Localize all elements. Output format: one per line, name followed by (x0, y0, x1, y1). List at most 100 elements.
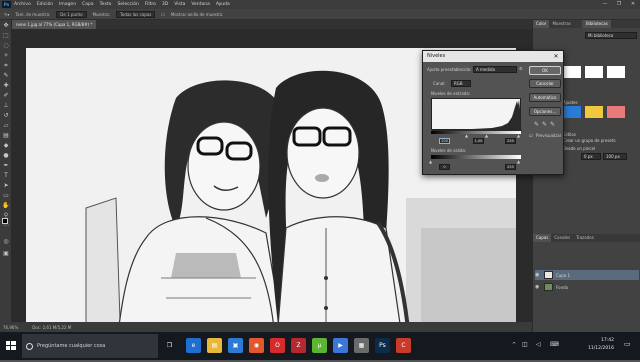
channel-select[interactable]: RGB (451, 80, 471, 87)
menu-3d[interactable]: 3D (162, 2, 168, 7)
opera-icon[interactable]: O (270, 338, 285, 353)
output-white-field[interactable]: 255 (505, 164, 516, 170)
input-black-field[interactable]: 100 (439, 138, 450, 144)
input-white-slider-icon[interactable]: ▲ (517, 133, 520, 138)
ccleaner-icon[interactable]: C (396, 338, 411, 353)
lasso-tool-icon[interactable]: ◌ (2, 42, 10, 50)
menu-archivo[interactable]: Archivo (14, 2, 31, 7)
tab-paths[interactable]: Trazados (573, 234, 597, 242)
menu-texto[interactable]: Texto (100, 2, 112, 7)
input-white-field[interactable]: 255 (505, 138, 516, 144)
swatch-blue[interactable] (563, 106, 581, 118)
eyedropper-tool-icon[interactable]: ✎▾ (4, 12, 9, 17)
screen-mode-icon[interactable]: ▣ (2, 250, 10, 258)
input-gamma-field[interactable]: 1,00 (473, 138, 484, 144)
spacing-field[interactable]: 0 px (581, 153, 601, 160)
marquee-tool-icon[interactable]: ⬚ (2, 32, 10, 40)
type-tool-icon[interactable]: T (2, 172, 10, 180)
preview-checkbox[interactable]: ☑ (529, 133, 533, 138)
menu-capa[interactable]: Capa (82, 2, 94, 7)
options-button[interactable]: Opciones... (529, 107, 561, 116)
chrome-icon[interactable]: ◉ (249, 338, 264, 353)
keyboard-icon[interactable]: ⌨ (550, 341, 559, 348)
crop-tool-icon[interactable]: ⌗ (2, 62, 10, 70)
white-point-eyedropper-icon[interactable]: ✎ (550, 121, 555, 128)
swatch-white[interactable] (563, 66, 581, 78)
tab-libraries[interactable]: Bibliotecas (583, 20, 611, 28)
ok-button[interactable]: OK (529, 66, 561, 75)
pen-tool-icon[interactable]: ✒ (2, 162, 10, 170)
document-tab[interactable]: nene 1.jpg al 77% (Capa 1, RGB/8#) * (12, 20, 97, 29)
library-select[interactable]: Mi biblioteca (585, 32, 637, 39)
tab-layers[interactable]: Capas (533, 234, 552, 242)
notifications-icon[interactable]: ▭ (624, 340, 631, 348)
hand-tool-icon[interactable]: ✋ (2, 202, 10, 210)
menu-filtro[interactable]: Filtro (145, 2, 156, 7)
quick-select-tool-icon[interactable]: ✧ (2, 52, 10, 60)
layer-row-fondo[interactable]: ◉ Fondo (535, 282, 639, 292)
cortana-search-box[interactable]: Pregúntame cualquier cosa (22, 334, 158, 358)
maximize-button[interactable]: ❐ (612, 0, 626, 9)
tab-channels[interactable]: Canales (551, 234, 573, 242)
layer-row-capa1[interactable]: ◉ Capa 1 (535, 270, 639, 280)
size-field[interactable]: 100 px (603, 153, 627, 160)
shape-tool-icon[interactable]: ▭ (2, 192, 10, 200)
input-gamma-slider-icon[interactable]: ▲ (485, 133, 488, 138)
zoom-readout[interactable]: 76,96% (3, 325, 18, 330)
quick-mask-icon[interactable]: ◎ (2, 238, 10, 246)
sample-size-select[interactable]: De 1 punto (56, 10, 87, 18)
volume-icon[interactable]: ◁ (536, 341, 541, 348)
menu-ayuda[interactable]: Ayuda (216, 2, 230, 7)
from-brush-text[interactable]: Desde un pincel (563, 146, 595, 151)
healing-brush-icon[interactable]: ✚ (2, 82, 10, 90)
brush-tool-icon[interactable]: ✐ (2, 92, 10, 100)
cancel-button[interactable]: Cancelar (529, 79, 561, 88)
menu-seleccion[interactable]: Selección (117, 2, 138, 7)
show-ring-checkbox[interactable]: ☐ (161, 12, 165, 17)
output-white-slider-icon[interactable]: ▲ (517, 159, 520, 164)
blur-tool-icon[interactable]: ◆ (2, 142, 10, 150)
preset-select[interactable]: A medida (473, 66, 517, 73)
swatch-white-2[interactable] (585, 66, 603, 78)
input-black-slider-icon[interactable]: ▲ (465, 133, 468, 138)
gray-point-eyedropper-icon[interactable]: ✎ (542, 121, 547, 128)
output-black-slider-icon[interactable]: ▲ (429, 159, 432, 164)
path-select-icon[interactable]: ➤ (2, 182, 10, 190)
notes-icon[interactable]: ▦ (354, 338, 369, 353)
menu-edicion[interactable]: Edición (37, 2, 53, 7)
black-point-eyedropper-icon[interactable]: ✎ (534, 121, 539, 128)
gradient-tool-icon[interactable]: ▤ (2, 132, 10, 140)
tab-swatches[interactable]: Muestras (549, 20, 573, 28)
minimize-button[interactable]: — (598, 0, 612, 9)
photoshop-icon[interactable]: Ps (375, 338, 390, 353)
folder-icon[interactable]: ▤ (207, 338, 222, 353)
network-icon[interactable]: ◫ (522, 341, 528, 348)
stamp-tool-icon[interactable]: ⊥ (2, 102, 10, 110)
eye-icon[interactable]: ◉ (535, 272, 541, 278)
output-black-field[interactable]: 0 (439, 164, 450, 170)
dodge-tool-icon[interactable]: ● (2, 152, 10, 160)
menu-ventana[interactable]: Ventana (191, 2, 209, 7)
menu-imagen[interactable]: Imagen (59, 2, 76, 7)
windows-start-icon[interactable] (0, 332, 22, 360)
swatch-white-3[interactable] (607, 66, 625, 78)
edge-icon[interactable]: e (186, 338, 201, 353)
store-icon[interactable]: ▣ (228, 338, 243, 353)
utorrent-icon[interactable]: µ (312, 338, 327, 353)
swatch-yellow[interactable] (585, 106, 603, 118)
close-window-button[interactable]: ✕ (626, 0, 640, 9)
dialog-close-button[interactable]: ✕ (551, 51, 561, 62)
tray-up-arrow-icon[interactable]: ^ (512, 342, 516, 348)
media-icon[interactable]: ▶ (333, 338, 348, 353)
sample-select[interactable]: Todas las capas (116, 10, 156, 18)
eyedropper-icon[interactable]: ✎ (2, 72, 10, 80)
tab-color[interactable]: Color (533, 20, 550, 28)
foreground-color-swatch[interactable] (2, 218, 8, 224)
move-tool-icon[interactable]: ✥ (2, 22, 10, 30)
eye-icon[interactable]: ◉ (535, 284, 541, 290)
preset-options-icon[interactable]: ⚙ (519, 66, 523, 71)
auto-button[interactable]: Automático (529, 93, 561, 102)
clock[interactable]: 17:42 11/12/2016 (588, 337, 614, 353)
create-preset-group-text[interactable]: Crear un grupo de presets (563, 138, 616, 143)
task-view-icon[interactable]: ❐ (162, 338, 177, 353)
